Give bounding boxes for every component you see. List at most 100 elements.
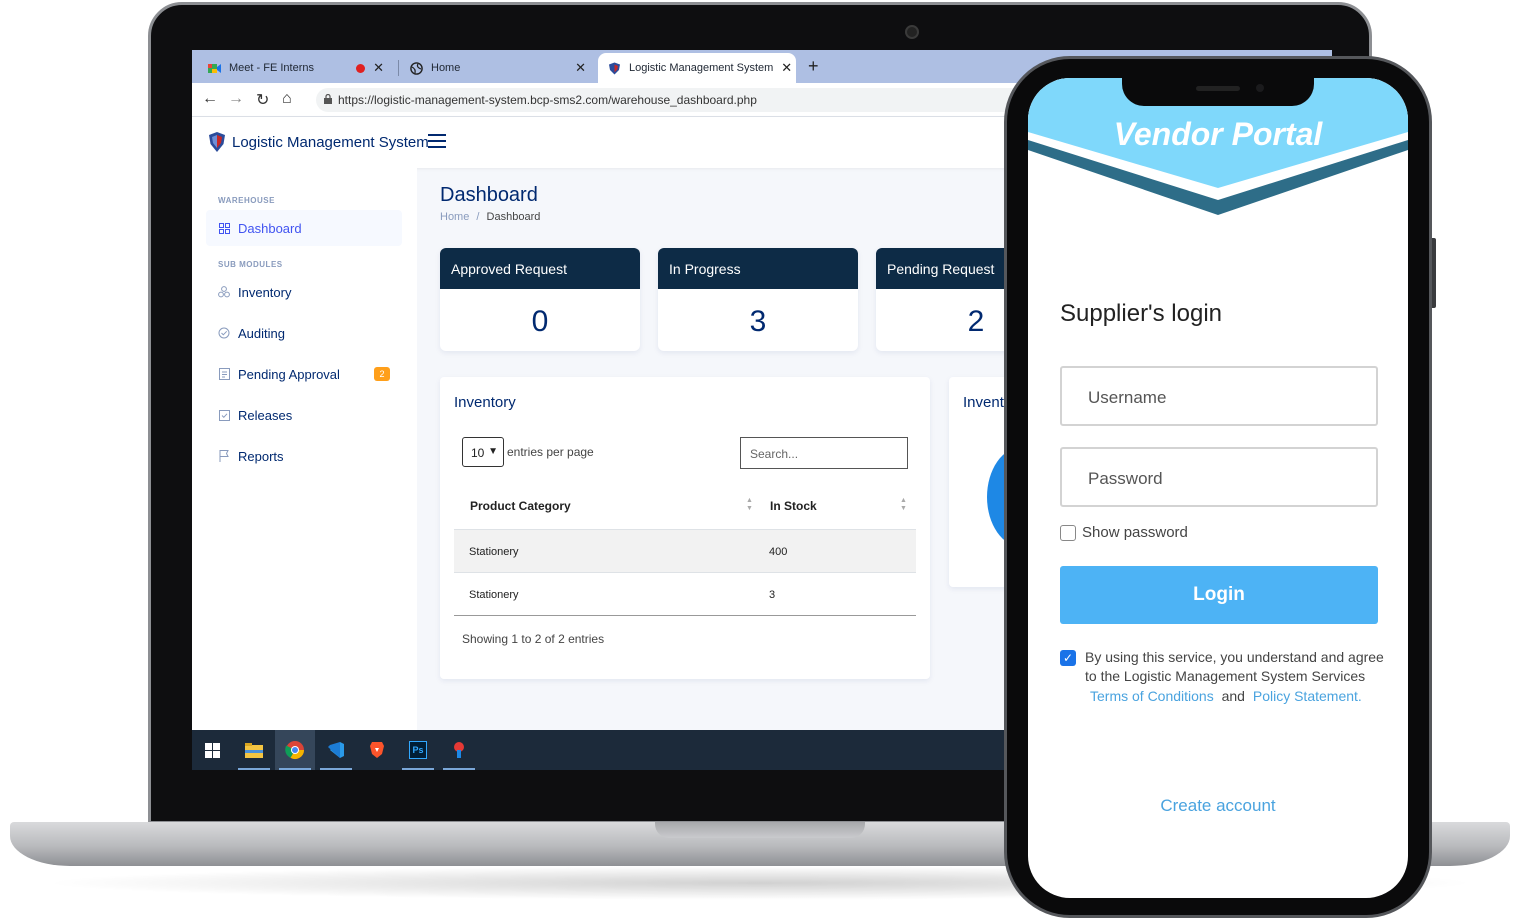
- phone-screen: Vendor Portal Supplier's login Username …: [1028, 78, 1408, 898]
- breadcrumb-separator: /: [476, 211, 480, 223]
- panel-title: Invent: [963, 394, 1004, 411]
- tab-label: Meet - FE Interns: [229, 62, 314, 74]
- back-icon[interactable]: ←: [202, 90, 218, 108]
- home-icon[interactable]: ⌂: [282, 90, 292, 108]
- close-icon[interactable]: ✕: [781, 60, 792, 76]
- lock-icon: [324, 94, 332, 104]
- sort-icon[interactable]: ▲ ▼: [746, 497, 753, 513]
- sidebar-section-heading: WAREHOUSE: [218, 196, 275, 205]
- sidebar-item-dashboard[interactable]: Dashboard: [206, 210, 402, 246]
- file-explorer-icon[interactable]: [234, 730, 274, 770]
- inventory-panel: Inventory 10 ▼ entries per page Search..…: [440, 377, 930, 679]
- windows-start-icon[interactable]: [192, 730, 232, 770]
- stat-card-in-progress: In Progress 3: [658, 248, 858, 351]
- password-field[interactable]: Password: [1060, 447, 1378, 507]
- table-row: Stationery 400: [454, 529, 916, 572]
- stat-card-approved: Approved Request 0: [440, 248, 640, 351]
- photoshop-icon[interactable]: Ps: [398, 730, 438, 770]
- terms-link[interactable]: Terms of Conditions: [1090, 688, 1214, 704]
- breadcrumb-home[interactable]: Home: [440, 211, 469, 223]
- forward-icon[interactable]: →: [228, 90, 244, 108]
- phone-speaker: [1196, 86, 1240, 91]
- username-field[interactable]: Username: [1060, 366, 1378, 426]
- recording-icon: [356, 63, 366, 73]
- new-tab-button[interactable]: +: [808, 56, 819, 77]
- cell-stock: 3: [769, 589, 776, 601]
- stat-card-value: 3: [749, 305, 767, 338]
- laptop-camera: [905, 25, 919, 39]
- sidebar-item-label: Reports: [238, 448, 284, 464]
- menu-toggle-icon[interactable]: [428, 134, 446, 152]
- grid-icon: [218, 222, 230, 234]
- reload-icon[interactable]: ↻: [256, 90, 269, 110]
- sidebar-item-label: Pending Approval: [238, 366, 340, 382]
- show-password-checkbox[interactable]: [1060, 524, 1076, 541]
- agree-text: By using this service, you understand an…: [1085, 649, 1384, 684]
- policy-link[interactable]: Policy Statement.: [1253, 688, 1362, 704]
- tab-meet[interactable]: Meet - FE Interns ✕: [198, 53, 394, 83]
- close-icon[interactable]: ✕: [373, 60, 384, 76]
- page-title: Dashboard: [440, 184, 538, 206]
- table-bottom-border: [454, 615, 916, 616]
- column-header-stock[interactable]: In Stock: [770, 499, 817, 513]
- sidebar-item-reports[interactable]: Reports: [206, 438, 402, 474]
- tab-home[interactable]: Home ✕: [400, 53, 596, 83]
- table-info: Showing 1 to 2 of 2 entries: [462, 632, 605, 646]
- check-circle-icon: [218, 327, 230, 339]
- stat-card-label: In Progress: [658, 248, 858, 289]
- tab-label: Logistic Management System: [629, 62, 774, 74]
- brave-icon[interactable]: [357, 730, 397, 770]
- password-placeholder: Password: [1088, 469, 1163, 488]
- document-icon: [218, 368, 230, 380]
- agree-checkbox[interactable]: ✓: [1060, 650, 1076, 666]
- terms-links: Terms of Conditions and Policy Statement…: [1090, 688, 1362, 704]
- panel-title: Inventory: [454, 394, 516, 411]
- sidebar-item-auditing[interactable]: Auditing: [206, 315, 402, 351]
- cell-category: Stationery: [469, 589, 519, 601]
- close-icon[interactable]: ✕: [575, 60, 586, 76]
- portal-title: Vendor Portal: [1113, 116, 1323, 152]
- app-brand-name: Logistic Management System: [232, 133, 429, 151]
- tab-label: Home: [431, 62, 461, 74]
- column-header-category[interactable]: Product Category: [470, 499, 571, 513]
- create-account-link[interactable]: Create account: [1028, 796, 1408, 816]
- and-text: and: [1221, 688, 1245, 704]
- cell-category: Stationery: [469, 546, 519, 558]
- breadcrumb: Home / Dashboard: [440, 211, 540, 223]
- app-brand[interactable]: Logistic Management System: [208, 131, 429, 153]
- shield-logo-icon: [209, 132, 225, 152]
- table-search-input[interactable]: Search...: [740, 437, 908, 469]
- phone-camera: [1256, 84, 1264, 92]
- boxes-icon: [218, 286, 230, 298]
- pending-count-badge: 2: [374, 367, 390, 381]
- sidebar-item-releases[interactable]: Releases: [206, 397, 402, 433]
- showcase-stage: Meet - FE Interns ✕ Home ✕ Logistic Mana…: [0, 0, 1520, 920]
- tab-divider: [398, 60, 399, 76]
- sidebar-item-label: Dashboard: [238, 220, 302, 236]
- show-password-row: Show password: [1060, 524, 1188, 541]
- show-password-label: Show password: [1082, 524, 1188, 541]
- chevron-down-icon: ▼: [488, 446, 498, 457]
- url-text: https://logistic-management-system.bcp-s…: [338, 93, 757, 107]
- login-button[interactable]: Login: [1060, 566, 1378, 624]
- app-icon[interactable]: [439, 730, 479, 770]
- chrome-icon[interactable]: [275, 730, 315, 770]
- table-row: Stationery 3: [454, 572, 916, 615]
- sidebar-item-pending-approval[interactable]: Pending Approval 2: [206, 356, 402, 392]
- vscode-icon[interactable]: [316, 730, 356, 770]
- laptop-notch: [655, 822, 865, 838]
- sidebar: WAREHOUSE Dashboard SUB MODULES Inventor…: [192, 168, 417, 770]
- stat-card-value: 0: [531, 305, 549, 338]
- meet-icon: [208, 62, 221, 75]
- globe-icon: [410, 61, 423, 75]
- stat-card-label: Approved Request: [440, 248, 640, 289]
- entries-per-page-label: entries per page: [507, 445, 594, 459]
- sidebar-item-label: Releases: [238, 407, 293, 423]
- login-heading: Supplier's login: [1060, 300, 1223, 327]
- sidebar-section-heading: SUB MODULES: [218, 260, 283, 269]
- sort-icon[interactable]: ▲ ▼: [900, 497, 907, 513]
- entries-per-page-select[interactable]: 10 ▼: [462, 437, 504, 467]
- tab-logistic[interactable]: Logistic Management System ✕: [598, 53, 796, 83]
- check-square-icon: [218, 409, 230, 421]
- sidebar-item-inventory[interactable]: Inventory: [206, 274, 402, 310]
